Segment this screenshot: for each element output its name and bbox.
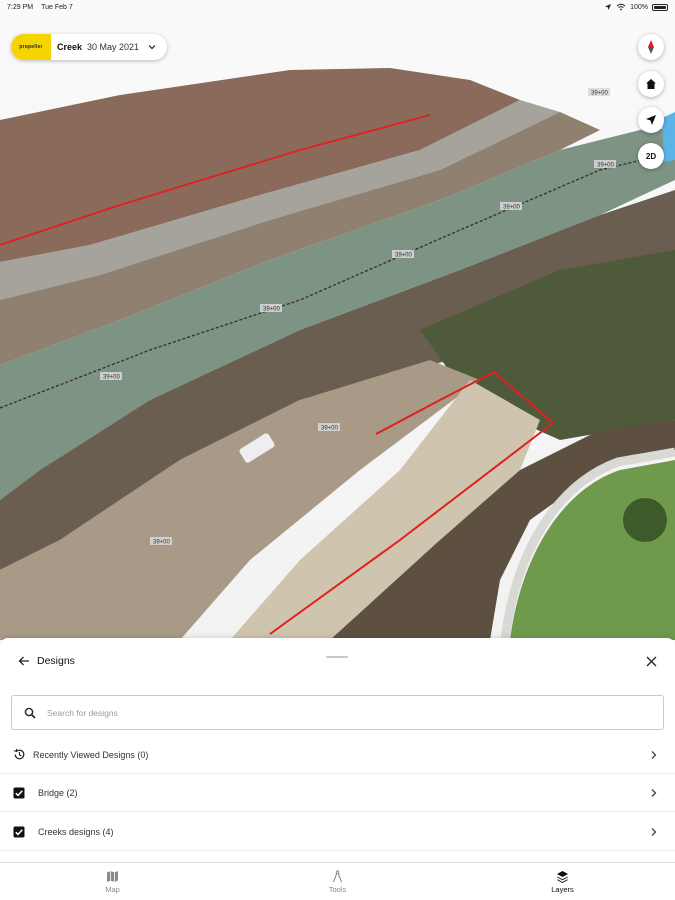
project-name: Creek: [57, 42, 83, 52]
navigation-arrow-icon: [646, 115, 656, 125]
aerial-3d-map[interactable]: 39+00 39+00 39+00 39+00 39+00 39+00 39+0…: [0, 0, 675, 640]
chainage-label: 39+00: [263, 307, 281, 313]
chevron-right-icon[interactable]: [648, 825, 660, 839]
checkbox-icon[interactable]: [12, 825, 26, 839]
compass-button[interactable]: [638, 34, 664, 60]
design-search-box[interactable]: [11, 695, 664, 730]
design-folder-row-bridge[interactable]: Bridge (2): [0, 774, 675, 812]
design-folder-row-recent[interactable]: Recently Viewed Designs (0): [0, 736, 675, 774]
history-icon: [12, 748, 26, 762]
tab-label: Tools: [328, 885, 347, 894]
tab-map[interactable]: Map: [0, 863, 225, 900]
row-label: Creeks designs (4): [38, 826, 114, 837]
status-time: 7:29 PM: [7, 3, 34, 11]
location-arrow-icon: [605, 4, 612, 10]
status-bar: 7:29 PM Tue Feb 7 100%: [0, 0, 675, 14]
tab-label: Map: [105, 885, 120, 894]
tab-tools[interactable]: Tools: [225, 863, 450, 900]
home-icon: [646, 79, 656, 89]
back-arrow-icon[interactable]: [17, 654, 31, 668]
status-indicators: 100%: [604, 3, 668, 11]
tree: [623, 498, 667, 542]
chainage-label: 39+00: [503, 205, 521, 211]
view-mode-label: 2D: [645, 151, 657, 161]
logo-text: propeller: [19, 44, 43, 50]
layers-icon: [556, 869, 570, 883]
chevron-right-icon[interactable]: [648, 748, 660, 762]
chainage-label: 39+00: [591, 91, 609, 97]
wifi-icon: [616, 3, 626, 11]
map-icon: [106, 869, 120, 883]
tools-icon: [331, 869, 345, 883]
battery-percent: 100%: [630, 3, 648, 11]
company-logo: propeller: [11, 34, 51, 60]
chainage-label: 39+00: [103, 375, 121, 381]
row-label: Recently Viewed Designs (0): [33, 749, 149, 760]
map-view[interactable]: 39+00 39+00 39+00 39+00 39+00 39+00 39+0…: [0, 0, 675, 640]
chainage-label: 39+00: [395, 253, 413, 259]
locate-me-button[interactable]: [638, 107, 664, 133]
chevron-right-icon[interactable]: [648, 786, 660, 800]
chevron-down-icon[interactable]: [147, 42, 157, 52]
chainage-label: 39+00: [153, 540, 171, 546]
compass-icon: [648, 40, 654, 54]
tab-label: Layers: [551, 885, 574, 894]
checkbox-icon[interactable]: [12, 786, 26, 800]
designs-panel: Designs Recently Viewed Designs (0): [0, 638, 675, 864]
tab-layers[interactable]: Layers: [450, 863, 675, 900]
search-icon: [23, 706, 37, 720]
close-icon[interactable]: [644, 654, 658, 668]
panel-header: Designs: [0, 650, 675, 672]
project-selector[interactable]: propeller Creek 30 May 2021: [11, 34, 168, 60]
chainage-label: 39+00: [597, 163, 615, 169]
chainage-label: 39+00: [321, 426, 339, 432]
panel-title: Designs: [37, 655, 75, 667]
survey-date: 30 May 2021: [87, 42, 140, 52]
bottom-tab-bar: Map Tools Layers: [0, 862, 675, 900]
design-folder-row-creeks[interactable]: Creeks designs (4): [0, 813, 675, 851]
row-label: Bridge (2): [38, 787, 78, 798]
battery-icon: [652, 3, 668, 11]
status-date: Tue Feb 7: [41, 3, 73, 11]
app-screen: 39+00 39+00 39+00 39+00 39+00 39+00 39+0…: [0, 0, 675, 900]
2d-3d-toggle[interactable]: 2D: [638, 143, 664, 169]
search-input[interactable]: [47, 707, 607, 718]
home-button[interactable]: [638, 71, 664, 97]
